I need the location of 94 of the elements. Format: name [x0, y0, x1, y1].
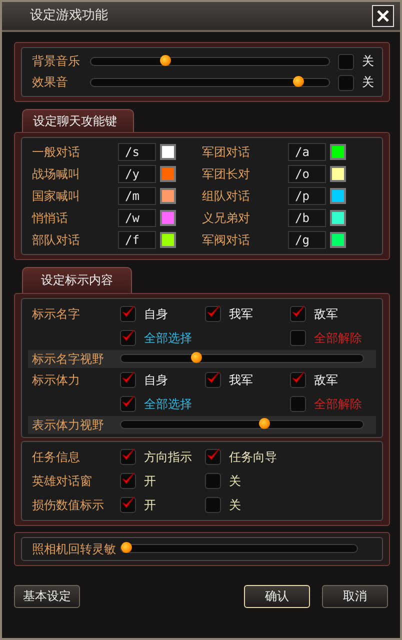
checkbox-label: 全部选择 — [144, 330, 192, 345]
checkbox-label: 敌军 — [314, 306, 338, 321]
checkbox[interactable] — [120, 372, 136, 388]
checkbox-label: 关 — [229, 474, 241, 488]
color-swatch[interactable] — [160, 232, 176, 248]
slider-thumb[interactable] — [120, 542, 132, 554]
chat-label: 军阀对话 — [202, 233, 251, 248]
camera-slider[interactable] — [120, 544, 358, 554]
row-label: 标示体力 — [31, 372, 81, 387]
range-slider[interactable] — [120, 354, 364, 364]
color-swatch[interactable] — [160, 188, 176, 204]
volume-slider[interactable] — [90, 57, 330, 66]
checkbox[interactable] — [120, 306, 136, 322]
slider-label: 效果音 — [32, 75, 69, 90]
checkbox[interactable] — [290, 372, 306, 388]
chat-label: 军团长对 — [202, 167, 251, 182]
row-label: 英雄对话窗 — [31, 474, 93, 488]
checkbox[interactable] — [290, 396, 306, 412]
chat-label: 军团对话 — [202, 145, 251, 160]
color-swatch[interactable] — [330, 144, 346, 160]
command-field[interactable]: /f — [118, 231, 156, 250]
command-field[interactable]: /m — [118, 187, 156, 206]
row-label: 任务信息 — [31, 450, 81, 464]
checkbox[interactable] — [120, 396, 136, 412]
chat-label: 部队对话 — [32, 233, 81, 248]
close-button[interactable] — [372, 5, 394, 27]
checkbox[interactable] — [290, 330, 306, 346]
checkbox[interactable] — [120, 496, 136, 513]
command-field[interactable]: /o — [288, 165, 326, 184]
color-swatch[interactable] — [330, 166, 346, 182]
command-field[interactable]: /b — [288, 209, 326, 228]
volume-slider[interactable] — [90, 78, 330, 87]
checkbox[interactable] — [338, 54, 354, 70]
close-icon — [376, 9, 390, 23]
row-label: 损伤数值标示 — [31, 498, 105, 512]
chat-label: 义兄弟对 — [202, 211, 251, 226]
checkbox[interactable] — [290, 306, 306, 322]
color-swatch[interactable] — [330, 210, 346, 226]
dialog-button[interactable]: 取消 — [322, 585, 388, 608]
chat-label: 一般对话 — [32, 145, 81, 160]
checkbox[interactable] — [338, 74, 354, 90]
checkbox-label: 关 — [362, 54, 374, 69]
chat-label: 悄悄话 — [32, 211, 69, 226]
checkbox[interactable] — [205, 496, 221, 513]
slider-thumb[interactable] — [191, 352, 202, 364]
row-label: 标示名字 — [31, 306, 81, 321]
checkbox[interactable] — [120, 472, 136, 489]
slider-label: 标示名字视野 — [31, 352, 105, 366]
chat-label: 国家喊叫 — [32, 189, 81, 204]
section-tab[interactable]: 设定标示内容 — [22, 267, 132, 293]
checkbox[interactable] — [120, 330, 136, 346]
color-swatch[interactable] — [160, 144, 176, 160]
checkbox-label: 自身 — [144, 372, 168, 387]
checkbox-label: 全部解除 — [314, 330, 362, 345]
window-title: 设定游戏功能 — [30, 8, 108, 24]
checkbox-label: 关 — [229, 498, 241, 512]
slider-thumb[interactable] — [258, 418, 270, 430]
command-field[interactable]: /w — [118, 209, 156, 228]
dialog-button[interactable]: 确认 — [244, 585, 310, 608]
checkbox-label: 任务向导 — [229, 450, 277, 464]
section-tab[interactable]: 设定聊天攻能键 — [22, 109, 134, 132]
checkbox-label: 方向指示 — [144, 450, 192, 464]
slider-thumb[interactable] — [160, 55, 171, 66]
checkbox-label: 全部选择 — [144, 396, 192, 411]
color-swatch[interactable] — [330, 188, 346, 204]
checkbox[interactable] — [205, 306, 221, 322]
checkbox[interactable] — [205, 372, 221, 388]
color-swatch[interactable] — [160, 210, 176, 226]
checkbox[interactable] — [205, 472, 221, 489]
checkbox[interactable] — [205, 448, 221, 465]
checkbox-label: 关 — [362, 75, 374, 90]
color-swatch[interactable] — [160, 166, 176, 182]
command-field[interactable]: /a — [288, 143, 326, 162]
dialog-button[interactable]: 基本设定 — [14, 585, 80, 608]
slider-label: 表示体力视野 — [31, 418, 105, 432]
slider-label: 照相机回转灵敏 — [32, 542, 116, 556]
command-field[interactable]: /s — [118, 143, 156, 162]
slider-thumb[interactable] — [293, 76, 304, 87]
chat-label: 战场喊叫 — [32, 167, 81, 182]
slider-label: 背景音乐 — [32, 54, 81, 69]
checkbox-label: 敌军 — [314, 372, 338, 387]
checkbox-label: 我军 — [229, 372, 253, 387]
checkbox-label: 自身 — [144, 306, 168, 321]
chat-label: 组队对话 — [202, 189, 251, 204]
range-slider[interactable] — [120, 420, 364, 430]
command-field[interactable]: /y — [118, 165, 156, 184]
checkbox-label: 开 — [144, 474, 156, 488]
color-swatch[interactable] — [330, 232, 346, 248]
command-field[interactable]: /g — [288, 231, 326, 250]
checkbox-label: 全部解除 — [314, 396, 362, 411]
command-field[interactable]: /p — [288, 187, 326, 206]
checkbox-label: 我军 — [229, 306, 253, 321]
checkbox-label: 开 — [144, 498, 156, 512]
checkbox[interactable] — [120, 448, 136, 465]
